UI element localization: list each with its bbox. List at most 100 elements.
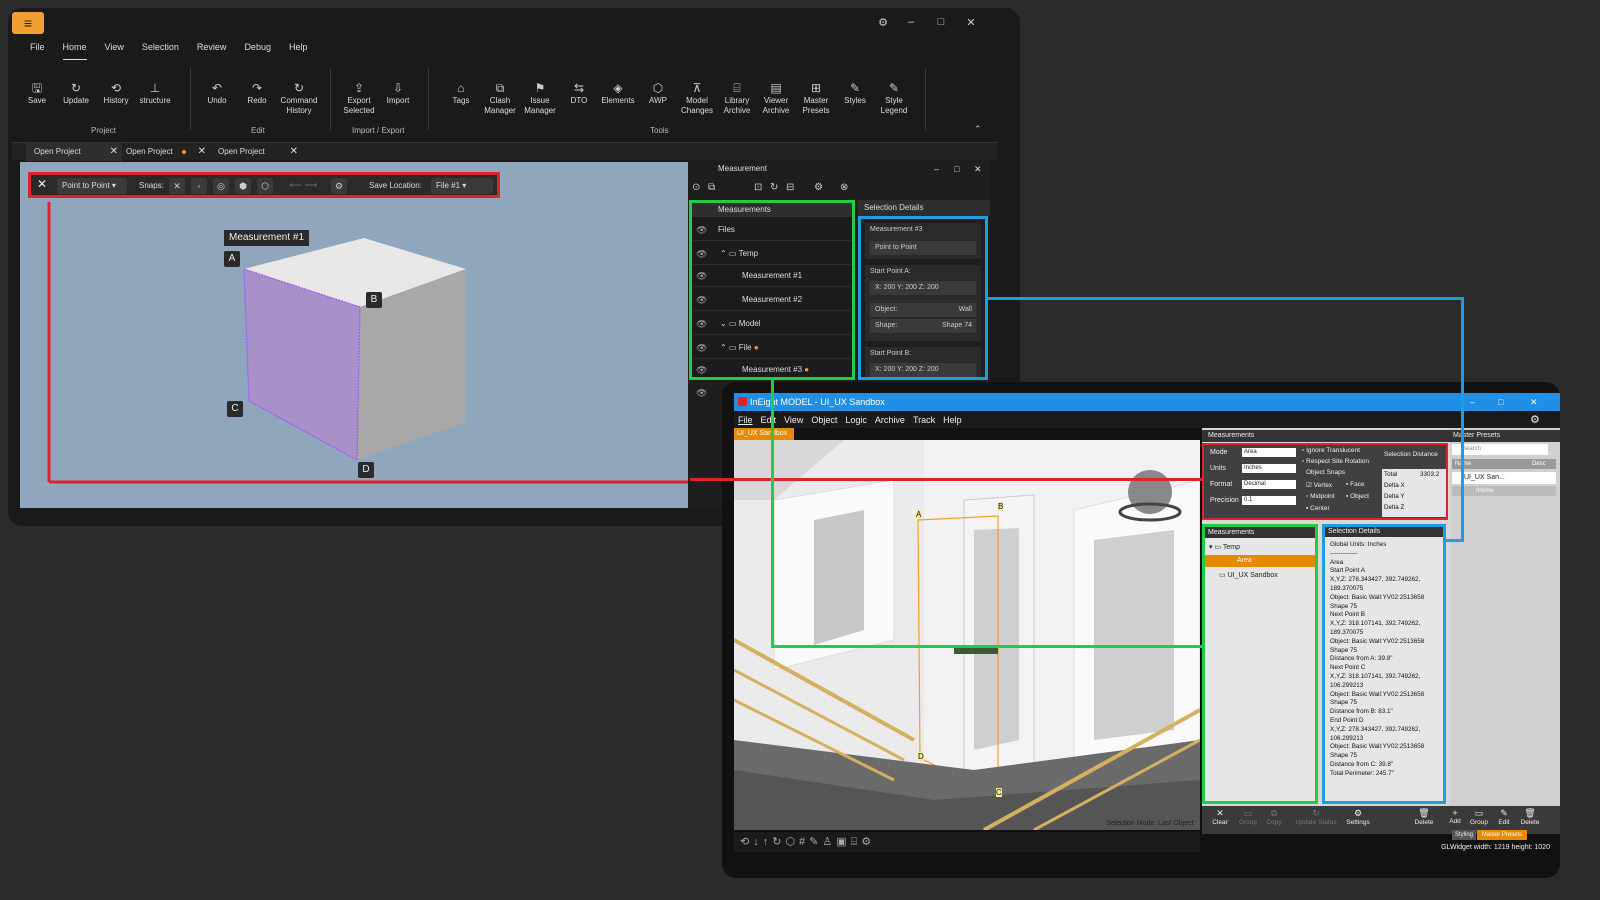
face-checkbox[interactable]: ▪ Face	[1346, 481, 1365, 488]
midpoint-checkbox[interactable]: ▫ Midpoint	[1306, 493, 1335, 500]
down-arrow-icon[interactable]: ↓	[753, 836, 763, 848]
gear-icon[interactable]: ⚙	[1530, 412, 1540, 428]
hamburger-menu-icon[interactable]: ≡	[12, 12, 44, 34]
menu-help[interactable]: Help	[289, 42, 308, 60]
add-preset-button[interactable]: + Add	[1444, 808, 1466, 825]
collapse-ribbon-icon[interactable]: ⌃	[974, 124, 982, 135]
undo-button[interactable]: ↶ Undo	[197, 80, 237, 106]
tree-row-measurement-1[interactable]: 👁 Measurement #1	[692, 265, 852, 287]
up-arrow-icon[interactable]: ↑	[763, 836, 773, 848]
snap-face-icon[interactable]: ⬢	[235, 178, 251, 194]
viewport-3d[interactable]: Measurement #1 A B C D	[20, 162, 688, 508]
rotate-icon[interactable]: ↻	[772, 836, 785, 848]
close-tab-icon[interactable]: ✕	[290, 143, 298, 161]
copy-icon[interactable]: ⧉	[708, 182, 715, 193]
menu-view[interactable]: View	[105, 42, 124, 60]
menu-help[interactable]: Help	[943, 412, 962, 428]
respect-site-rotation-checkbox[interactable]: ▫ Respect Site Rotation	[1302, 458, 1369, 465]
close-icon[interactable]: ✕	[974, 160, 982, 178]
eye-icon[interactable]: 👁	[696, 337, 707, 359]
menu-file[interactable]: File	[738, 412, 753, 428]
eye-icon[interactable]: 👁	[696, 313, 707, 335]
dto-button[interactable]: ⇆ DTO	[559, 80, 599, 106]
history-button[interactable]: ⟲ History	[96, 80, 136, 106]
person-icon[interactable]: ♙	[822, 836, 836, 848]
document-icon[interactable]: ⊟	[786, 182, 794, 193]
settings-button[interactable]: ⚙ Settings	[1342, 808, 1374, 826]
precision-select[interactable]: 0.1	[1242, 496, 1296, 505]
snap-none-icon[interactable]: ✕	[169, 178, 185, 194]
mode-select[interactable]: Area	[1242, 448, 1296, 457]
model-changes-button[interactable]: ⊼ Model Changes	[677, 80, 717, 116]
library-archive-button[interactable]: ⌸ Library Archive	[717, 80, 757, 116]
tree-row-files[interactable]: 👁 Files	[692, 219, 852, 241]
close-tab-icon[interactable]: ✕	[110, 143, 118, 161]
close-icon[interactable]: ✕	[1530, 393, 1538, 411]
menu-file[interactable]: File	[30, 42, 45, 60]
structure-button[interactable]: ⊥ structure	[135, 80, 175, 106]
tab-open-project-3[interactable]: Open Project ✕	[210, 143, 302, 161]
preset-item-sandbox[interactable]: UI_UX San...	[1452, 472, 1556, 484]
center-checkbox[interactable]: ▪ Center	[1306, 505, 1330, 512]
tab-open-project-2[interactable]: Open Project ✕	[118, 143, 210, 161]
snap-vertex-icon[interactable]: ◦	[191, 178, 207, 194]
grid-icon[interactable]: #	[799, 836, 809, 848]
eye-icon[interactable]: 👁	[696, 243, 707, 265]
tree-row-file[interactable]: 👁 ⌃ ▭ File ●	[692, 337, 852, 359]
eye-icon[interactable]: 👁	[696, 219, 707, 241]
menu-archive[interactable]: Archive	[875, 412, 905, 428]
eye-icon[interactable]: 👁	[696, 265, 707, 287]
tags-button[interactable]: ⌂ Tags	[441, 80, 481, 106]
styles-button[interactable]: ✎ Styles	[835, 80, 875, 106]
awp-button[interactable]: ⬡ AWP	[638, 80, 678, 106]
maximize-icon[interactable]: □	[934, 16, 948, 28]
menu-review[interactable]: Review	[197, 42, 227, 60]
format-select[interactable]: Decimal	[1242, 480, 1296, 489]
group-preset-button[interactable]: ▭ Group	[1466, 808, 1492, 826]
import-button[interactable]: ⇩ Import	[378, 80, 418, 106]
settings-icon[interactable]: ⚙	[876, 16, 890, 29]
menu-debug[interactable]: Debug	[244, 42, 271, 60]
measure-icon[interactable]: ✎	[809, 836, 822, 848]
menu-object[interactable]: Object	[811, 412, 837, 428]
menu-view[interactable]: View	[784, 412, 803, 428]
minimize-icon[interactable]: –	[1470, 393, 1475, 411]
minimize-icon[interactable]: –	[934, 160, 939, 178]
tree-row-measurement-3[interactable]: 👁 Measurement #3 ●	[692, 359, 852, 381]
export-selected-button[interactable]: ⇪ Export Selected	[339, 80, 379, 116]
master-presets-button[interactable]: ⊞ Master Presets	[796, 80, 836, 116]
mode-dropdown[interactable]: Point to Point ▾	[57, 178, 127, 194]
prev-next-arrows-icon[interactable]: ⟵ ⟶	[289, 180, 317, 191]
issue-manager-button[interactable]: ⚑ Issue Manager	[520, 80, 560, 116]
snap-object-icon[interactable]: ⬡	[257, 178, 273, 194]
tree-item-area[interactable]: Area	[1205, 555, 1315, 567]
save-location-dropdown[interactable]: File #1 ▾	[431, 178, 493, 194]
menu-track[interactable]: Track	[913, 412, 935, 428]
orbit-icon[interactable]: ⟲	[740, 836, 753, 848]
close-tab-icon[interactable]: ✕	[198, 143, 206, 161]
refresh-icon[interactable]: ↻	[770, 182, 778, 193]
close-icon[interactable]: ✕	[964, 16, 978, 29]
tree-row-model[interactable]: 👁 ⌄ ▭ Model	[692, 313, 852, 335]
delete-button[interactable]: 🗑 Delete	[1408, 808, 1440, 826]
gear-icon[interactable]: ⚙	[814, 182, 823, 193]
eye-icon[interactable]: 👁	[696, 289, 707, 311]
redo-button[interactable]: ↷ Redo	[237, 80, 277, 106]
maximize-icon[interactable]: □	[1498, 393, 1503, 411]
tab-open-project-1[interactable]: Open Project ✕	[26, 143, 122, 161]
command-history-button[interactable]: ↻ Command History	[277, 80, 321, 116]
snap-midpoint-icon[interactable]: ◎	[213, 178, 229, 194]
style-legend-button[interactable]: ✎ Style Legend	[874, 80, 914, 116]
box-icon[interactable]: ⬡	[785, 836, 799, 848]
gear-icon[interactable]: ⚙	[331, 178, 347, 194]
eye-icon[interactable]: 👁	[696, 388, 707, 399]
update-status-button[interactable]: ↻ Update Status	[1294, 808, 1338, 826]
close-toolbar-icon[interactable]: ✕	[37, 177, 47, 191]
tree-item-sandbox[interactable]: ▭ UI_UX Sandbox	[1219, 571, 1278, 579]
update-button[interactable]: ↻ Update	[56, 80, 96, 106]
vertex-checkbox[interactable]: ☑ Vertex	[1306, 481, 1332, 489]
eye-icon[interactable]: 👁	[696, 359, 707, 381]
edit-preset-button[interactable]: ✎ Edit	[1492, 808, 1516, 826]
units-select[interactable]: Inches	[1242, 464, 1296, 473]
viewer-archive-button[interactable]: ▤ Viewer Archive	[756, 80, 796, 116]
